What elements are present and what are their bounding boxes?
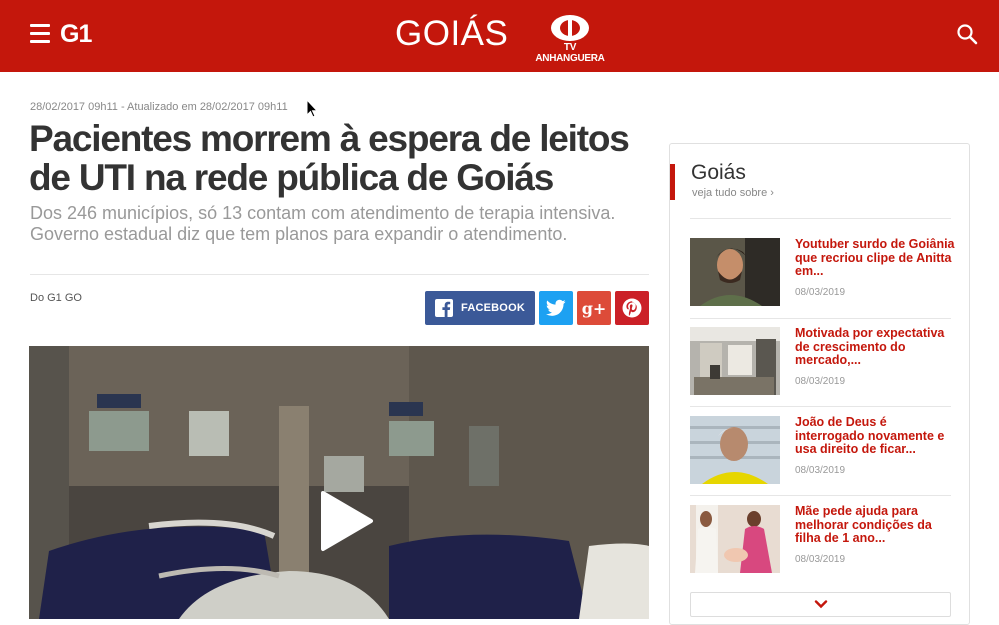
news-title[interactable]: João de Deus é interrogado novamente e u… bbox=[795, 415, 955, 457]
article-byline: Do G1 GO bbox=[30, 292, 82, 304]
news-date: 08/03/2019 bbox=[795, 376, 846, 387]
news-title[interactable]: Youtuber surdo de Goiânia que recriou cl… bbox=[795, 237, 955, 279]
video-thumbnail bbox=[29, 346, 649, 619]
divider bbox=[690, 218, 951, 219]
see-all-link[interactable]: veja tudo sobre › bbox=[692, 187, 774, 199]
news-item[interactable]: Mãe pede ajuda para melhorar condições d… bbox=[690, 504, 955, 575]
pinterest-share-button[interactable] bbox=[615, 291, 649, 325]
g1-logo[interactable]: G1 bbox=[60, 20, 92, 49]
facebook-share-button[interactable]: FACEBOOK bbox=[425, 291, 535, 325]
chevron-down-icon bbox=[814, 600, 827, 609]
facebook-share-label: FACEBOOK bbox=[461, 302, 525, 314]
news-thumbnail bbox=[690, 327, 780, 395]
news-date: 08/03/2019 bbox=[795, 465, 846, 476]
hamburger-icon[interactable] bbox=[30, 24, 50, 44]
sidebar-goias: Goiás veja tudo sobre › Youtuber surdo d… bbox=[669, 143, 970, 625]
divider bbox=[30, 274, 649, 275]
sidebar-title[interactable]: Goiás bbox=[691, 161, 746, 185]
googleplus-share-button[interactable]: g+ bbox=[577, 291, 611, 325]
divider bbox=[690, 406, 951, 407]
section-title[interactable]: GOIÁS bbox=[395, 14, 508, 54]
divider bbox=[690, 318, 951, 319]
tv-logo-icon bbox=[551, 15, 589, 41]
news-title[interactable]: Motivada por expectativa de crescimento … bbox=[795, 326, 955, 368]
article-timestamp: 28/02/2017 09h11 - Atualizado em 28/02/2… bbox=[30, 101, 288, 113]
search-icon[interactable] bbox=[955, 22, 979, 46]
play-icon[interactable] bbox=[319, 490, 375, 552]
video-player[interactable] bbox=[29, 346, 649, 619]
news-item[interactable]: Youtuber surdo de Goiânia que recriou cl… bbox=[690, 237, 955, 308]
load-more-button[interactable] bbox=[690, 592, 951, 617]
tv-logo-label: TV ANHANGUERA bbox=[535, 42, 605, 64]
twitter-share-button[interactable] bbox=[539, 291, 573, 325]
facebook-icon bbox=[435, 299, 454, 317]
news-thumbnail bbox=[690, 238, 780, 306]
pinterest-icon bbox=[622, 298, 642, 318]
news-thumbnail bbox=[690, 416, 780, 484]
tv-anhanguera-logo[interactable]: TV ANHANGUERA bbox=[530, 14, 610, 64]
news-item[interactable]: Motivada por expectativa de crescimento … bbox=[690, 326, 955, 397]
news-thumbnail bbox=[690, 505, 780, 573]
sidebar-accent-bar bbox=[670, 164, 675, 200]
news-date: 08/03/2019 bbox=[795, 554, 846, 565]
twitter-icon bbox=[546, 299, 566, 316]
news-date: 08/03/2019 bbox=[795, 287, 846, 298]
news-item[interactable]: João de Deus é interrogado novamente e u… bbox=[690, 415, 955, 486]
mouse-cursor-icon bbox=[306, 99, 318, 118]
news-title[interactable]: Mãe pede ajuda para melhorar condições d… bbox=[795, 504, 955, 546]
article-subtitle: Dos 246 municípios, só 13 contam com ate… bbox=[30, 203, 616, 244]
site-header: G1 GOIÁS TV ANHANGUERA bbox=[0, 0, 999, 72]
divider bbox=[690, 495, 951, 496]
article-headline: Pacientes morrem à espera de leitos de U… bbox=[29, 118, 630, 198]
